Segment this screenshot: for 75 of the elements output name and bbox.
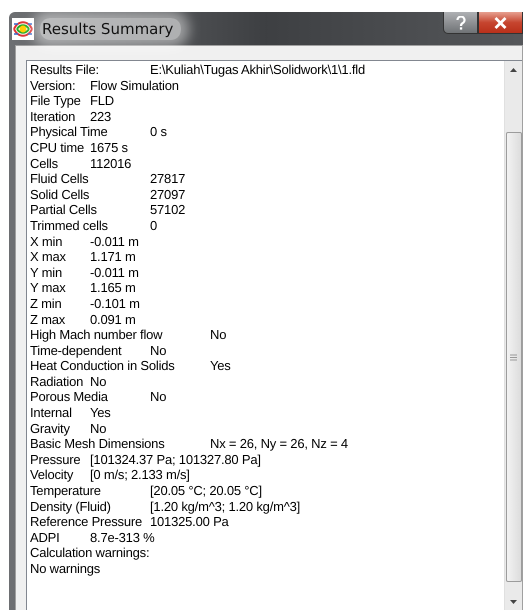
- field-value: No: [150, 389, 166, 406]
- field-label: Time-dependent: [30, 342, 122, 358]
- field-label: Partial Cells: [30, 202, 97, 218]
- field-label: Iteration: [30, 108, 76, 124]
- field-value: E:\Kuliah\Tugas Akhir\Solidwork\1\1.fld: [150, 62, 365, 78]
- field-label: Basic Mesh Dimensions: [30, 436, 165, 452]
- field-label: Physical Time: [30, 124, 108, 140]
- field-label: No warnings: [30, 561, 100, 577]
- field-label: Calculation warnings:: [30, 545, 150, 561]
- field-value: 1.165 m: [90, 280, 136, 296]
- field-value: [20.05 °C; 20.05 °C]: [150, 483, 262, 499]
- field-value: [0 m/s; 2.133 m/s]: [90, 467, 190, 484]
- field-value: -0.011 m: [90, 264, 139, 280]
- field-value: 0.091 m: [90, 312, 136, 328]
- field-value: FLD: [90, 93, 114, 109]
- field-value: 112016: [90, 156, 132, 172]
- field-value: -0.011 m: [90, 234, 139, 250]
- field-value: 57102: [150, 202, 186, 218]
- field-value: No: [90, 420, 106, 436]
- field-value: 1675 s: [90, 140, 128, 156]
- field-value: 101325.00 Pa: [150, 514, 229, 530]
- field-label: CPU time: [30, 140, 84, 156]
- field-value: 8.7e-313 %: [90, 530, 154, 546]
- field-label: Reference Pressure: [30, 514, 142, 530]
- field-label: Gravity: [30, 420, 70, 436]
- field-label: Density (Fluid): [30, 498, 111, 514]
- field-label: Solid Cells: [30, 186, 90, 202]
- field-value: 0: [150, 218, 158, 234]
- field-label: Y max: [30, 280, 66, 296]
- field-label: Temperature: [30, 483, 101, 499]
- field-value: No: [150, 342, 166, 358]
- field-label: X min: [30, 234, 62, 250]
- field-value: [1.20 kg/m^3; 1.20 kg/m^3]: [150, 498, 300, 514]
- field-label: Velocity: [30, 467, 74, 484]
- field-value: Yes: [90, 405, 111, 421]
- field-label: Trimmed cells: [30, 218, 108, 234]
- field-label: Radiation: [30, 374, 84, 390]
- scrollbar[interactable]: [504, 61, 522, 610]
- help-icon: [456, 16, 466, 30]
- field-value: [101324.37 Pa; 101327.80 Pa]: [90, 452, 261, 468]
- field-label: High Mach number flow: [30, 327, 162, 343]
- field-value: No: [210, 327, 226, 343]
- field-label: Y min: [30, 264, 62, 280]
- scroll-thumb[interactable]: [506, 132, 522, 582]
- field-value: Flow Simulation: [90, 78, 179, 94]
- field-label: Z min: [30, 296, 62, 312]
- grip-icon: [510, 354, 517, 360]
- field-value: No: [90, 374, 106, 390]
- scroll-down-icon[interactable]: [510, 600, 517, 604]
- field-label: Heat Conduction in Solids: [30, 358, 175, 374]
- field-label: Fluid Cells: [30, 171, 88, 187]
- field-value: -0.101 m: [90, 296, 140, 312]
- field-value: 27817: [150, 171, 186, 187]
- field-label: X max: [30, 249, 66, 265]
- field-value: Nx = 26, Ny = 26, Nz = 4: [210, 436, 348, 452]
- field-label: Cells: [30, 156, 58, 172]
- field-label: Pressure: [30, 452, 80, 468]
- help-button[interactable]: [443, 12, 478, 34]
- close-icon: [494, 16, 507, 28]
- field-label: Internal: [30, 405, 72, 421]
- field-label: Version:: [30, 78, 76, 94]
- app-icon: [12, 18, 34, 40]
- window-title: Results Summary: [40, 18, 182, 40]
- field-value: 0 s: [150, 124, 167, 140]
- field-label: Z max: [30, 312, 66, 328]
- field-label: Porous Media: [30, 389, 108, 406]
- close-button[interactable]: [478, 12, 523, 34]
- field-value: 1.171 m: [90, 249, 136, 265]
- field-label: File Type: [30, 93, 81, 109]
- scroll-up-icon[interactable]: [510, 68, 517, 72]
- field-label: ADPI: [30, 530, 60, 546]
- field-value: 223: [90, 108, 112, 124]
- field-value: 27097: [150, 186, 186, 202]
- field-value: Yes: [210, 358, 231, 374]
- field-label: Results File:: [30, 62, 99, 78]
